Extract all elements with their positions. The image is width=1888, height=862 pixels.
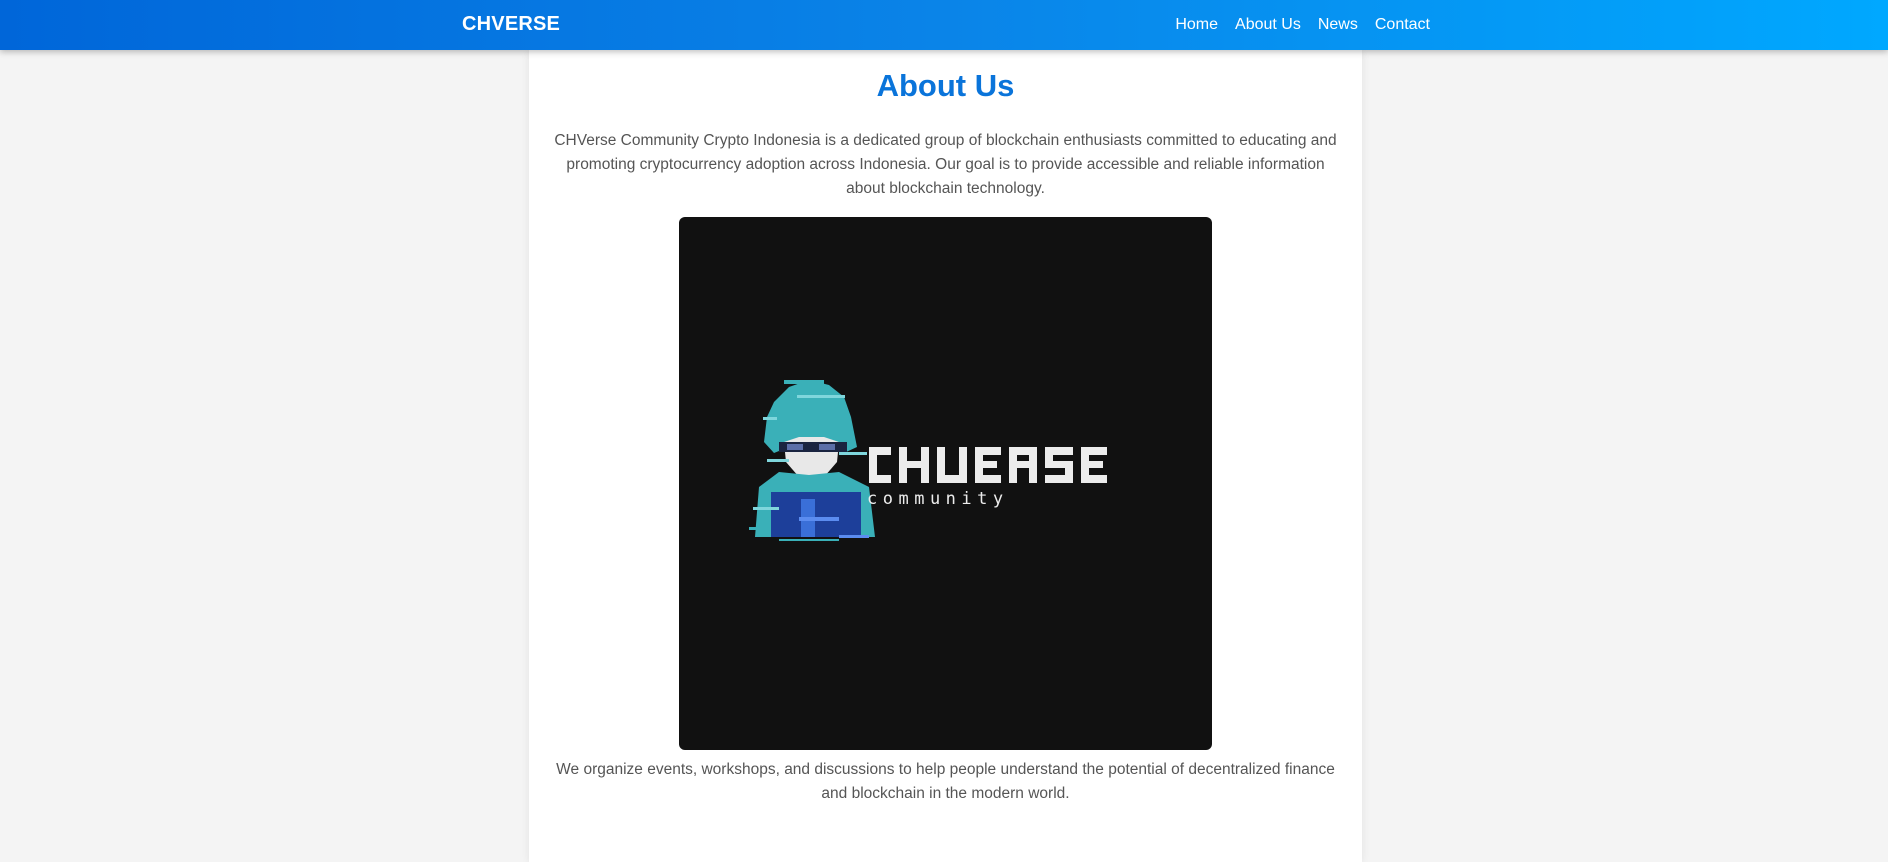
nav-link-contact[interactable]: Contact	[1375, 16, 1430, 34]
hooded-hacker-icon	[749, 380, 875, 541]
nav-link-about-us[interactable]: About Us	[1235, 16, 1301, 34]
about-section: About Us CHVerse Community Crypto Indone…	[529, 50, 1362, 862]
top-navbar: CHVERSE Home About Us News Contact	[0, 0, 1888, 50]
nav-link-news[interactable]: News	[1318, 16, 1358, 34]
outro-paragraph: We organize events, workshops, and discu…	[556, 761, 1335, 802]
intro-paragraph: CHVerse Community Crypto Indonesia is a …	[554, 132, 1337, 197]
nav-links: Home About Us News Contact	[1175, 16, 1430, 34]
nav-link-home[interactable]: Home	[1175, 16, 1218, 34]
brand-logo-text[interactable]: CHVERSE	[462, 13, 560, 36]
community-logo-image: community	[679, 217, 1212, 750]
chverse-wordmark	[869, 447, 1107, 483]
page-title: About Us	[876, 68, 1015, 103]
logo-tagline: community	[867, 489, 1009, 509]
